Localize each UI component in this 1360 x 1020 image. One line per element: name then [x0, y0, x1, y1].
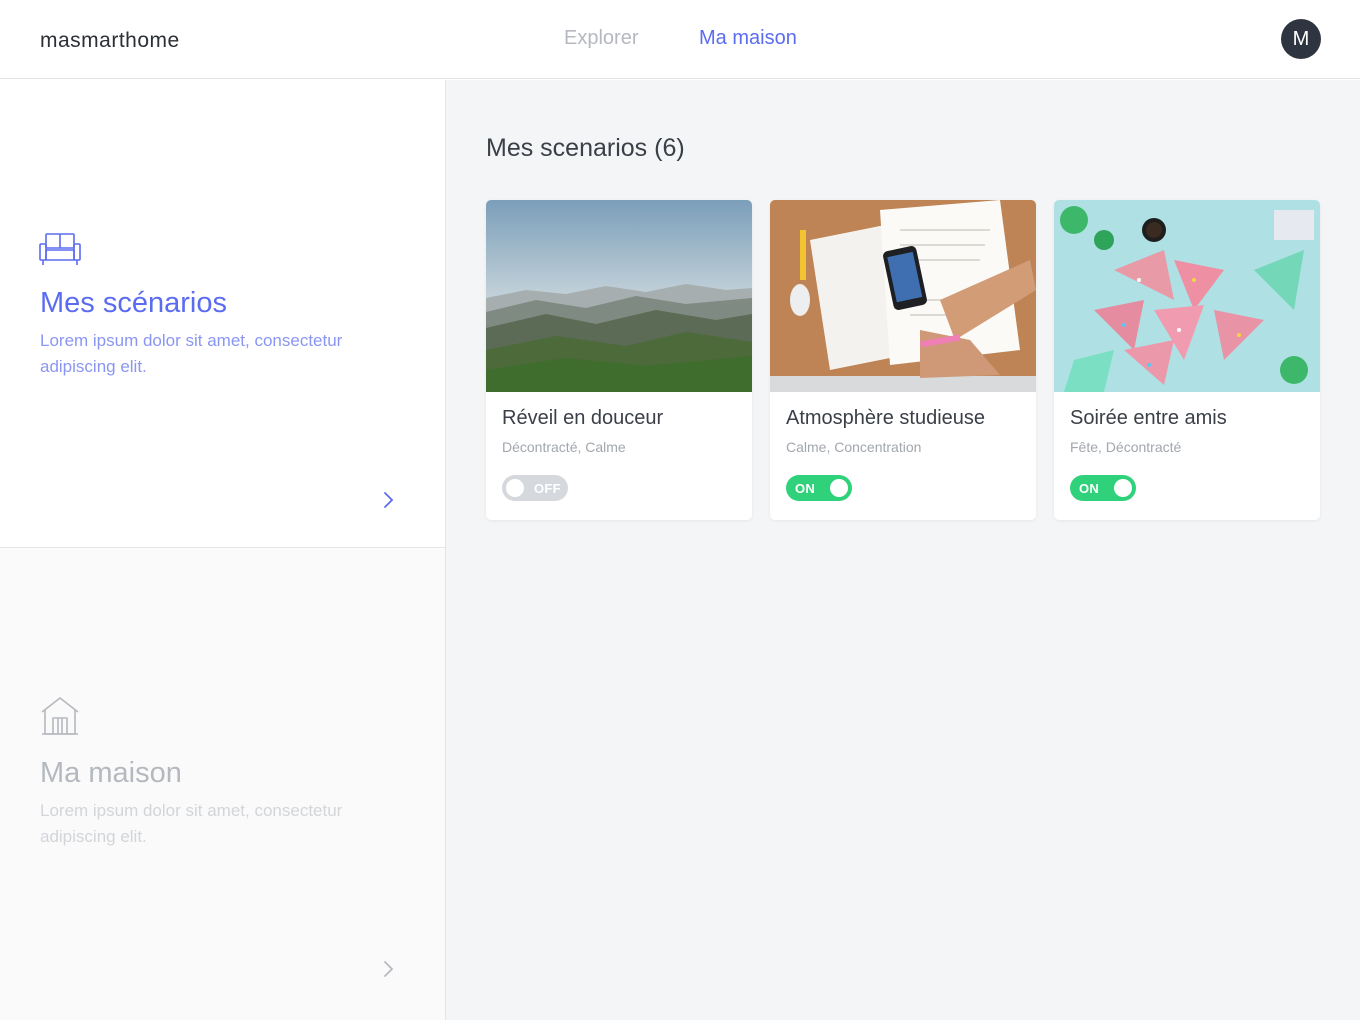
scenario-toggle[interactable]: ON [1070, 475, 1136, 501]
toggle-label: ON [1079, 481, 1100, 496]
nav-explorer[interactable]: Explorer [564, 27, 638, 50]
scenario-card-reveil[interactable]: Réveil en douceur Décontracté, Calme OFF [486, 200, 752, 520]
main-content: Mes scenarios (6) Réveil en douceur Déco… [446, 80, 1360, 1020]
user-avatar[interactable]: M [1281, 19, 1321, 59]
toggle-label: ON [795, 481, 816, 496]
sidebar: Mes scénarios Lorem ipsum dolor sit amet… [0, 80, 446, 1020]
toggle-knob [1114, 479, 1132, 497]
sidebar-item-description: Lorem ipsum dolor sit amet, consectetur … [40, 801, 343, 846]
sofa-icon [39, 233, 81, 265]
page-title: Mes scenarios (6) [486, 134, 685, 162]
sidebar-item-title: Ma maison [40, 757, 182, 789]
scenario-tags: Calme, Concentration [786, 439, 922, 455]
scenario-toggle[interactable]: ON [786, 475, 852, 501]
nav-ma-maison[interactable]: Ma maison [699, 27, 797, 50]
scenario-title: Réveil en douceur [502, 407, 664, 429]
sidebar-item-description: Lorem ipsum dolor sit amet, consectetur … [40, 331, 343, 376]
scenario-card-atmosphere[interactable]: Atmosphère studieuse Calme, Concentratio… [770, 200, 1036, 520]
scenario-tags: Fête, Décontracté [1070, 439, 1182, 455]
sidebar-item-title: Mes scénarios [40, 287, 227, 319]
scenario-title: Soirée entre amis [1070, 407, 1227, 429]
toggle-label: OFF [534, 481, 561, 496]
sidebar-item-mes-scenarios[interactable]: Mes scénarios Lorem ipsum dolor sit amet… [0, 80, 445, 548]
scenario-image-desk [770, 200, 1036, 392]
chevron-right-icon[interactable] [380, 959, 398, 979]
sidebar-item-ma-maison[interactable]: Ma maison Lorem ipsum dolor sit amet, co… [0, 549, 445, 1020]
scenario-tags: Décontracté, Calme [502, 439, 626, 455]
scenario-image-mountain [486, 200, 752, 392]
scenario-image-party [1054, 200, 1320, 392]
app-logo[interactable]: masmarthome [40, 29, 180, 53]
top-bar: masmarthome Explorer Ma maison M [0, 0, 1360, 79]
house-icon [41, 697, 79, 735]
scenario-title: Atmosphère studieuse [786, 407, 986, 429]
toggle-knob [830, 479, 848, 497]
chevron-right-icon[interactable] [380, 490, 398, 510]
toggle-knob [506, 479, 524, 497]
scenario-toggle[interactable]: OFF [502, 475, 568, 501]
scenario-card-soiree[interactable]: Soirée entre amis Fête, Décontracté ON [1054, 200, 1320, 520]
